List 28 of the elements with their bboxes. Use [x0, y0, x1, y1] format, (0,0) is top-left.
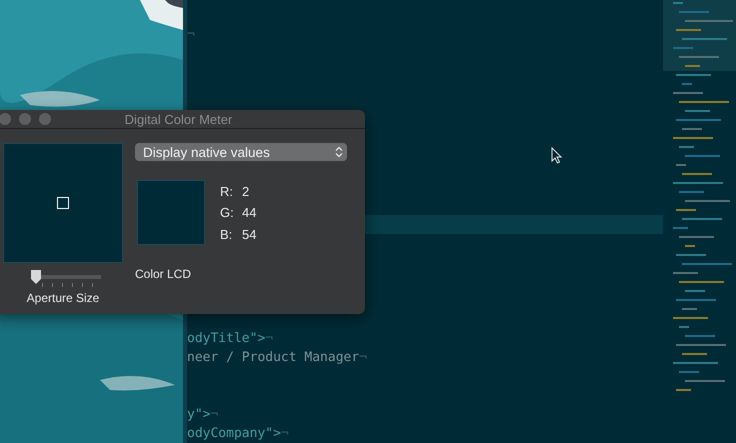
code-text: neer / Product Manager — [187, 350, 360, 365]
channel-value: 44 — [242, 205, 256, 222]
minimize-button[interactable] — [19, 113, 31, 125]
chevron-up-down-icon — [335, 146, 343, 158]
code-text: odyTitle"> — [187, 331, 266, 346]
slider-label: Aperture Size — [26, 291, 100, 305]
line-end-mark: ¬ — [187, 27, 195, 42]
display-mode-popup[interactable]: Display native values — [135, 143, 347, 161]
code-text: odyCompany"> — [187, 426, 281, 441]
channel-value: 2 — [242, 184, 250, 201]
channel-label: G: — [220, 205, 235, 222]
channel-label: B: — [220, 226, 234, 244]
line-end-mark: ¬ — [210, 407, 218, 422]
minimap-viewport[interactable] — [663, 0, 736, 71]
line-end-mark: ¬ — [265, 331, 274, 346]
code-text: y"> — [187, 407, 210, 422]
aperture-square-icon — [57, 197, 69, 209]
cursor-icon — [551, 147, 562, 164]
zoom-button[interactable] — [39, 113, 51, 125]
window-title: Digital Color Meter — [124, 112, 232, 126]
channel-label: R: — [220, 184, 234, 201]
line-end-mark: ¬ — [280, 426, 289, 441]
line-end-mark: ¬ — [359, 350, 368, 365]
channel-value: 54 — [242, 226, 256, 244]
slider-thumb[interactable] — [30, 269, 42, 285]
close-button[interactable] — [0, 113, 11, 125]
display-name: Color LCD — [135, 267, 192, 281]
color-swatch — [137, 180, 205, 245]
